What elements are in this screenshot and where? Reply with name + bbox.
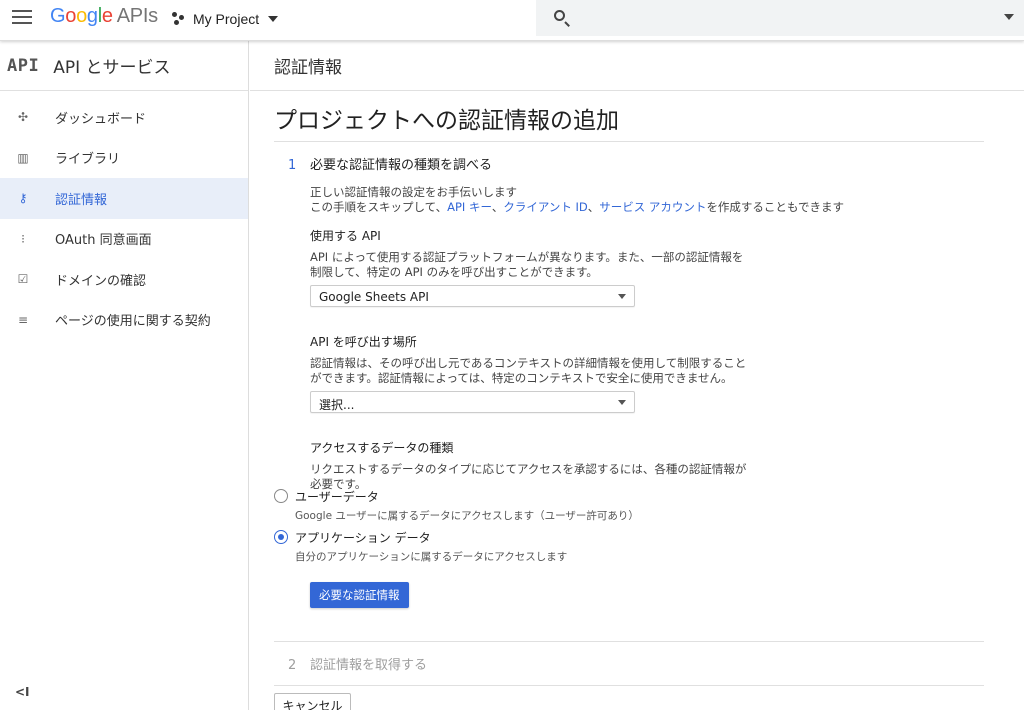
api-logo-icon: API — [7, 55, 40, 76]
wizard-heading: プロジェクトへの認証情報の追加 — [274, 108, 619, 134]
radio-user-data[interactable]: ユーザーデータ Google ユーザーに属するデータにアクセスします（ユーザー許… — [274, 488, 984, 523]
radio-application-data-text: アプリケーション データ 自分のアプリケーションに属するデータにアクセスします — [295, 529, 567, 564]
api-select[interactable]: Google Sheets API — [310, 285, 635, 307]
api-key-link[interactable]: API キー — [447, 200, 492, 214]
logo-letter: g — [86, 5, 98, 27]
radio-label: アプリケーション データ — [295, 531, 431, 545]
divider — [274, 141, 984, 142]
skip-text-prefix: この手順をスキップして、 — [310, 200, 448, 214]
menu-icon[interactable] — [12, 10, 32, 26]
sidebar-item-label: 認証情報 — [55, 192, 108, 208]
divider — [274, 641, 984, 642]
radio-label: ユーザーデータ — [295, 490, 379, 504]
sidebar-item-label: OAuth 同意画面 — [55, 233, 152, 249]
where-section-title: API を呼び出す場所 — [310, 335, 417, 349]
chevron-down-icon — [618, 294, 626, 299]
logo-letter: e — [101, 5, 113, 27]
sidebar-item-label: ドメインの確認 — [55, 273, 147, 289]
step-1-header: 1 必要な認証情報の種類を調べる — [274, 154, 984, 173]
sidebar-item-dashboard[interactable]: ✣ ダッシュボード — [0, 97, 248, 138]
caller-context-select-value: 選択... — [319, 398, 355, 412]
top-app-bar: Google APIs My Project — [0, 0, 1024, 41]
search-icon — [554, 10, 565, 21]
logo-letter: o — [76, 5, 87, 27]
service-account-link[interactable]: サービス アカウント — [599, 200, 706, 214]
data-section-title: アクセスするデータの種類 — [310, 441, 454, 455]
sidebar-title: API とサービス — [53, 58, 171, 78]
sidebar-header: API API とサービス — [0, 41, 248, 91]
search-dropdown-icon[interactable] — [1004, 14, 1014, 20]
sidebar-item-library[interactable]: ▥ ライブラリ — [0, 138, 248, 179]
sidebar: API API とサービス ✣ ダッシュボード ▥ ライブラリ ⚷ 認証情報 ⁝… — [0, 41, 249, 710]
radio-application-data[interactable]: アプリケーション データ 自分のアプリケーションに属するデータにアクセスします — [274, 529, 984, 564]
logo-letter: G — [50, 5, 66, 27]
api-section-title: 使用する API — [310, 229, 381, 243]
page-header: 認証情報 — [250, 41, 1024, 91]
divider — [274, 685, 984, 686]
api-section-description: API によって使用する認証プラットフォームが異なります。また、一部の認証情報を… — [310, 250, 744, 279]
step-number: 2 — [288, 658, 297, 673]
step-1-body: 正しい認証情報の設定をお手伝いします この手順をスキップして、API キー、クラ… — [274, 185, 984, 608]
sidebar-item-oauth-consent[interactable]: ⁝ OAuth 同意画面 — [0, 219, 248, 260]
sidebar-item-label: ライブラリ — [55, 152, 121, 168]
caller-context-select[interactable]: 選択... — [310, 391, 635, 413]
dashboard-icon: ✣ — [17, 110, 29, 125]
sidebar-item-label: ページの使用に関する契約 — [55, 314, 211, 330]
step-title: 認証情報を取得する — [310, 658, 428, 673]
sidebar-item-page-usage-agreements[interactable]: ≡ ページの使用に関する契約 — [0, 300, 248, 341]
radio-description: Google ユーザーに属するデータにアクセスします（ユーザー許可あり） — [295, 510, 639, 522]
skip-text: この手順をスキップして、API キー、クライアント ID、サービス アカウントを… — [310, 200, 984, 215]
key-icon: ⚷ — [18, 191, 28, 206]
google-apis-logo[interactable]: Google APIs — [50, 5, 158, 28]
project-selector[interactable]: My Project — [172, 9, 279, 29]
sidebar-item-label: ダッシュボード — [55, 111, 147, 127]
sidebar-item-domain-verification[interactable]: ☑ ドメインの確認 — [0, 259, 248, 300]
step-number: 1 — [288, 158, 297, 173]
oauth-consent-icon: ⁝ — [21, 231, 25, 246]
api-select-value: Google Sheets API — [319, 290, 429, 304]
intro-text: 正しい認証情報の設定をお手伝いします — [310, 185, 517, 199]
library-icon: ▥ — [17, 150, 29, 165]
radio-user-data-text: ユーザーデータ Google ユーザーに属するデータにアクセスします（ユーザー許… — [295, 488, 639, 523]
project-icon — [172, 12, 186, 26]
separator: 、 — [587, 200, 600, 214]
radio-button-selected[interactable] — [274, 530, 288, 544]
sidebar-nav: ✣ ダッシュボード ▥ ライブラリ ⚷ 認証情報 ⁝ OAuth 同意画面 ☑ … — [0, 91, 248, 340]
skip-text-suffix: を作成することもできます — [706, 200, 844, 214]
chevron-down-icon — [268, 16, 279, 22]
collapse-sidebar-icon[interactable]: <I — [15, 685, 30, 699]
settings-list-icon: ≡ — [17, 312, 29, 327]
chevron-down-icon — [618, 400, 626, 405]
sidebar-item-credentials[interactable]: ⚷ 認証情報 — [0, 178, 248, 219]
project-name: My Project — [193, 11, 260, 27]
separator: 、 — [491, 200, 504, 214]
radio-description: 自分のアプリケーションに属するデータにアクセスします — [295, 551, 568, 563]
page-title: 認証情報 — [274, 58, 342, 78]
required-credentials-button[interactable]: 必要な認証情報 — [310, 582, 409, 608]
step-title: 必要な認証情報の種類を調べる — [310, 158, 493, 173]
credentials-wizard: プロジェクトへの認証情報の追加 1 必要な認証情報の種類を調べる 正しい認証情報… — [274, 93, 984, 686]
step-2-header: 2 認証情報を取得する — [274, 654, 984, 673]
search-bar[interactable] — [536, 0, 1024, 36]
client-id-link[interactable]: クライアント ID — [503, 200, 587, 214]
logo-apis-text: APIs — [116, 5, 158, 27]
checkbox-icon: ☑ — [17, 272, 29, 287]
main-content: 認証情報 プロジェクトへの認証情報の追加 1 必要な認証情報の種類を調べる 正し… — [250, 41, 1024, 710]
cancel-button[interactable]: キャンセル — [274, 693, 351, 710]
logo-letter: o — [65, 5, 77, 27]
where-section-description: 認証情報は、その呼び出し元であるコンテキストの詳細情報を使用して制限することがで… — [310, 356, 747, 385]
radio-button[interactable] — [274, 489, 288, 503]
